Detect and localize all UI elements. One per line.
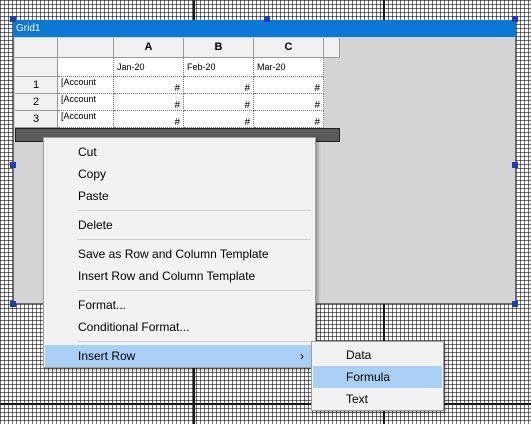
date-cell[interactable]: Jan-20	[114, 58, 184, 77]
resize-handle[interactable]	[10, 301, 16, 307]
value-cell[interactable]: #	[254, 77, 324, 94]
resize-handle[interactable]	[10, 16, 16, 22]
insert-row-submenu: Data Formula Text	[311, 341, 444, 411]
resize-handle[interactable]	[512, 301, 518, 307]
row-header-blank[interactable]	[15, 58, 58, 77]
context-menu: Cut Copy Paste Delete Save as Row and Co…	[43, 137, 316, 368]
date-cell[interactable]: Mar-20	[254, 58, 324, 77]
menu-separator	[77, 341, 311, 342]
menu-separator	[77, 210, 311, 211]
account-cell[interactable]: [Account	[58, 111, 114, 128]
menu-item-copy[interactable]: Copy	[45, 163, 314, 185]
submenu-item-formula[interactable]: Formula	[313, 366, 442, 388]
resize-handle[interactable]	[264, 16, 270, 22]
column-header-c[interactable]: C	[254, 38, 324, 58]
value-cell[interactable]: #	[114, 77, 184, 94]
menu-item-conditional-format[interactable]: Conditional Format...	[45, 316, 314, 338]
menu-item-save-template[interactable]: Save as Row and Column Template	[45, 243, 314, 265]
column-header-a[interactable]: A	[114, 38, 184, 58]
value-cell[interactable]: #	[254, 94, 324, 111]
menu-item-cut[interactable]: Cut	[45, 141, 314, 163]
menu-item-insert-row[interactable]: Insert Row ›	[45, 345, 314, 367]
menu-separator	[77, 239, 311, 240]
column-header-b[interactable]: B	[184, 38, 254, 58]
value-cell[interactable]: #	[184, 111, 254, 128]
cell[interactable]	[58, 58, 114, 77]
date-cell[interactable]: Feb-20	[184, 58, 254, 77]
account-cell[interactable]: [Account	[58, 77, 114, 94]
menu-item-insert-template[interactable]: Insert Row and Column Template	[45, 265, 314, 287]
value-cell[interactable]: #	[254, 111, 324, 128]
corner-header	[15, 38, 58, 58]
row-header-2[interactable]: 2	[15, 94, 58, 111]
menu-item-insert-row-label: Insert Row	[78, 349, 136, 363]
layout-guide-horizontal	[0, 403, 531, 405]
resize-handle[interactable]	[512, 16, 518, 22]
menu-item-format[interactable]: Format...	[45, 294, 314, 316]
account-cell[interactable]: [Account	[58, 94, 114, 111]
grid-title[interactable]: Grid1	[13, 20, 516, 37]
resize-handle[interactable]	[10, 162, 16, 168]
row-header-1[interactable]: 1	[15, 77, 58, 94]
menu-separator	[77, 290, 311, 291]
resize-handle[interactable]	[512, 162, 518, 168]
chevron-right-icon: ›	[300, 349, 304, 363]
submenu-item-data[interactable]: Data	[313, 344, 442, 366]
value-cell[interactable]: #	[184, 77, 254, 94]
submenu-item-text[interactable]: Text	[313, 388, 442, 410]
value-cell[interactable]: #	[184, 94, 254, 111]
value-cell[interactable]: #	[114, 94, 184, 111]
menu-item-delete[interactable]: Delete	[45, 214, 314, 236]
row-header-3[interactable]: 3	[15, 111, 58, 128]
menu-item-paste[interactable]: Paste	[45, 185, 314, 207]
column-header-extra	[324, 38, 340, 58]
value-cell[interactable]: #	[114, 111, 184, 128]
column-header-blank[interactable]	[58, 38, 114, 58]
